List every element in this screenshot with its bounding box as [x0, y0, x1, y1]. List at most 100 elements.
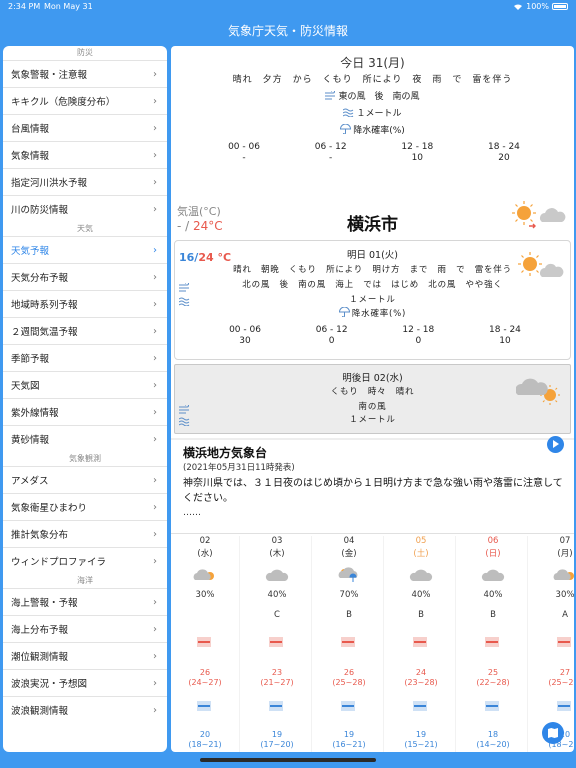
sidebar-item[interactable]: 季節予報 › [3, 344, 167, 371]
weekly-high-range: (22~28) [476, 678, 510, 687]
sidebar-item[interactable]: ２週間気温予報 › [3, 317, 167, 344]
sidebar-item[interactable]: キキクル（危険度分布） › [3, 87, 167, 114]
tomorrow-pop-periods: 00 - 06 06 - 12 12 - 18 18 - 24 [210, 325, 540, 335]
weekly-high-range: (21~27) [260, 678, 294, 687]
pop-value: 0 [415, 336, 422, 346]
column-divider [527, 536, 528, 752]
chevron-right-icon: › [153, 177, 157, 188]
weekly-high: 23 [271, 668, 283, 677]
sidebar-item-label: ２週間気温予報 [11, 327, 78, 338]
weekly-low: 19 [343, 730, 355, 739]
tomorrow-title: 明日 01(火) [346, 250, 399, 261]
sidebar-item[interactable]: 紫外線情報 › [3, 398, 167, 425]
sidebar-item[interactable]: 台風情報 › [3, 114, 167, 141]
chevron-right-icon: › [153, 96, 157, 107]
today-pop-label: 降水確率(%) [171, 123, 574, 137]
dayafter-wave-text: １メートル [349, 415, 396, 425]
observatory-text: 神奈川県では、３１日夜のはじめ頃から１日明け方まで急な強い雨や落雷に注意してくだ… [183, 478, 563, 504]
sidebar-item[interactable]: 地域時系列予報 › [3, 290, 167, 317]
sidebar-item[interactable]: 潮位観測情報 › [3, 642, 167, 669]
high-temp-marker [269, 632, 283, 647]
weekly-reliability: B [418, 610, 424, 620]
tomorrow-wave-text: １メートル [349, 295, 396, 305]
chevron-right-icon: › [153, 475, 157, 486]
dayafter-weather-text: くもり 時々 晴れ [330, 387, 415, 397]
sidebar-item[interactable]: 海上分布予報 › [3, 615, 167, 642]
sidebar-item[interactable]: 天気分布予報 › [3, 263, 167, 290]
weekly-date: 07 [559, 536, 571, 546]
chevron-right-icon: › [153, 150, 157, 161]
sidebar-item-label: 地域時系列予報 [11, 300, 78, 311]
sidebar-item[interactable]: 推計気象分布 › [3, 520, 167, 547]
sidebar-item[interactable]: 黄砂情報 › [3, 425, 167, 452]
sun-cloud-icon [518, 251, 564, 285]
weekly-day-column: 06 (日) 40% B 25 (22~28) 18 (14~20) [457, 536, 529, 752]
sidebar-item-label: 天気図 [11, 381, 40, 392]
pop-value: - [242, 153, 246, 163]
weekly-pop: 40% [483, 590, 503, 600]
weekly-date: 02 [199, 536, 211, 546]
chevron-right-icon: › [153, 326, 157, 337]
sidebar-item[interactable]: 天気予報 › [3, 236, 167, 263]
weekly-low-range: (14~20) [476, 740, 510, 749]
weekly-day-column: 03 (木) 40% C 23 (21~27) 19 (17~20) [241, 536, 313, 752]
pop-value: - [329, 153, 333, 163]
sidebar-item[interactable]: 気象警報・注意報 › [3, 60, 167, 87]
column-divider [311, 536, 312, 752]
sidebar-item[interactable]: 気象衛星ひまわり › [3, 493, 167, 520]
status-time: 2:34 PM [8, 2, 41, 11]
wave-icon [343, 108, 354, 120]
divider [171, 533, 574, 534]
weekly-low: 18 [487, 730, 499, 739]
tomorrow-pop-values: 30 0 0 10 [210, 336, 540, 346]
sidebar-item-label: 天気分布予報 [11, 273, 69, 284]
weekly-high: 26 [343, 668, 355, 677]
chevron-right-icon: › [153, 299, 157, 310]
high-temp-marker [557, 632, 571, 647]
sidebar-item[interactable]: 波浪実況・予想図 › [3, 669, 167, 696]
today-pop-label-text: 降水確率(%) [353, 126, 405, 136]
tomorrow-forecast-card[interactable]: 16/24 °C 明日 01(火) 晴れ 朝晩 くもり 所により 明け方 まで … [174, 240, 571, 360]
column-divider [455, 536, 456, 752]
weekly-low-range: (18~21) [188, 740, 222, 749]
sidebar-item-label: 潮位観測情報 [11, 652, 69, 663]
dayafter-forecast-card[interactable]: 明後日 02(水) くもり 時々 晴れ 南の風 １メートル [174, 364, 571, 434]
sidebar-item[interactable]: 気象情報 › [3, 141, 167, 168]
sidebar-item[interactable]: 波浪観測情報 › [3, 696, 167, 723]
sidebar-item-label: 波浪観測情報 [11, 706, 69, 717]
today-pop-values: - - 10 20 [209, 153, 539, 163]
today-wave: １メートル [171, 106, 574, 120]
sidebar-item-label: 台風情報 [11, 124, 50, 135]
pop-value: 0 [328, 336, 335, 346]
pop-value: 10 [411, 153, 424, 163]
observatory-more[interactable]: …… [183, 508, 201, 518]
sidebar-item[interactable]: 川の防災情報 › [3, 195, 167, 222]
chevron-right-icon: › [153, 69, 157, 80]
play-button[interactable] [547, 436, 564, 453]
sidebar-item[interactable]: 指定河川洪水予報 › [3, 168, 167, 195]
high-temp-marker [197, 632, 211, 647]
sidebar-item[interactable]: 海上警報・予報 › [3, 588, 167, 615]
weekly-date: 06 [487, 536, 499, 546]
map-button[interactable] [542, 722, 564, 744]
low-temp-marker [557, 696, 571, 711]
sidebar-item[interactable]: 天気図 › [3, 371, 167, 398]
sidebar-item-label: 川の防災情報 [11, 205, 69, 216]
column-divider [239, 536, 240, 752]
status-indicators: 100% [513, 2, 568, 11]
sidebar-item-label: 波浪実況・予想図 [11, 679, 88, 690]
low-temp-marker [197, 696, 211, 711]
column-divider [383, 536, 384, 752]
dayafter-title: 明後日 02(水) [342, 373, 403, 384]
weekly-low: 20 [199, 730, 211, 739]
pop-value: 20 [498, 153, 510, 163]
pop-period: 06 - 12 [315, 325, 348, 335]
chevron-right-icon: › [153, 434, 157, 445]
sidebar-item-label: 気象情報 [11, 151, 50, 162]
sidebar-item-label: 季節予報 [11, 354, 50, 365]
cloud-icon [265, 566, 289, 584]
weekly-day-column: 02 (水) 30% 26 (24~27) 20 (18~21) [171, 536, 241, 752]
weekly-high-range: (25~29) [548, 678, 574, 687]
sidebar-item[interactable]: ウィンドプロファイラ › [3, 547, 167, 574]
sidebar-item[interactable]: アメダス › [3, 466, 167, 493]
